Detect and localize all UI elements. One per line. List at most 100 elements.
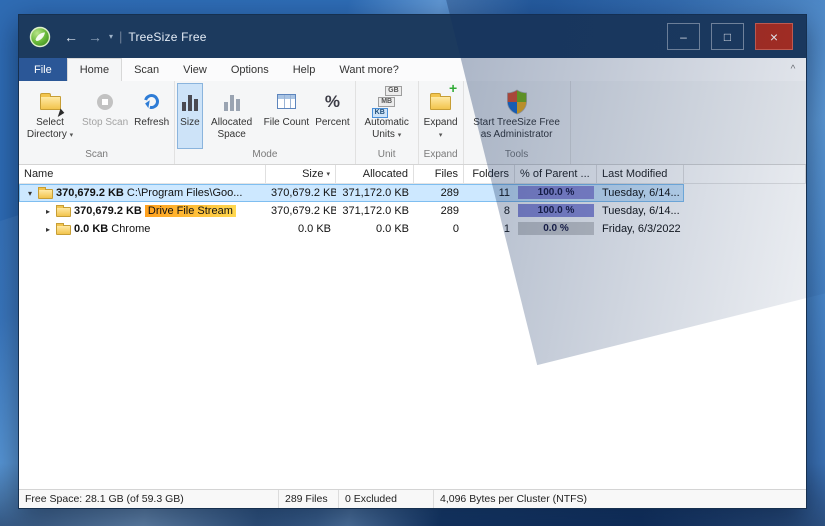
minimize-button[interactable]: – xyxy=(667,23,700,50)
admin-shield-icon xyxy=(505,88,529,115)
mode-allocated-space-button[interactable]: Allocated Space xyxy=(203,83,261,149)
row-size-label: 0.0 KB xyxy=(74,223,108,235)
dropdown-caret-icon: ▾ xyxy=(70,132,74,139)
row-size-label: 370,679.2 KB xyxy=(56,187,124,199)
expander-icon[interactable]: ▸ xyxy=(43,225,53,234)
status-file-count: 289 Files xyxy=(279,490,339,508)
expander-icon[interactable]: ▾ xyxy=(25,189,35,198)
modified-cell: Tuesday, 6/14... xyxy=(597,187,684,199)
badge-gb: GB xyxy=(385,86,402,96)
quick-access-caret-icon[interactable]: ▾ xyxy=(109,32,113,41)
column-header-allocated[interactable]: Allocated xyxy=(336,165,414,183)
titlebar[interactable]: ← → ▾ | TreeSize Free – □ × xyxy=(19,15,806,58)
run-as-administrator-button[interactable]: Start TreeSize Freeas Administrator xyxy=(466,83,568,149)
nav-forward-icon[interactable]: → xyxy=(88,29,102,45)
tab-view[interactable]: View xyxy=(171,58,219,81)
window-title: TreeSize Free xyxy=(128,30,206,44)
group-label-expand: Expand xyxy=(421,149,461,164)
treesize-app-icon[interactable] xyxy=(29,26,51,48)
tab-help[interactable]: Help xyxy=(281,58,328,81)
badge-kb: KB xyxy=(372,108,388,118)
files-cell: 289 xyxy=(414,187,464,199)
select-directory-button[interactable]: Select Directory ▾ xyxy=(21,83,79,149)
select-directory-label: Select Directory xyxy=(27,117,67,140)
mode-size-label: Size xyxy=(180,117,199,129)
expander-icon[interactable]: ▸ xyxy=(43,207,53,216)
allocated-bars-icon xyxy=(224,88,240,115)
stop-scan-icon xyxy=(97,88,113,115)
percent-cell: 100.0 % xyxy=(515,202,597,220)
ribbon-group-scan: Select Directory ▾ Stop Scan Refresh Sca… xyxy=(19,81,175,164)
close-button[interactable]: × xyxy=(755,23,793,50)
column-header-modified[interactable]: Last Modified xyxy=(597,165,684,183)
dropdown-caret-icon: ▾ xyxy=(398,132,402,139)
ribbon-tab-bar: File Home Scan View Options Help Want mo… xyxy=(19,58,806,81)
column-header-files[interactable]: Files xyxy=(414,165,464,183)
folder-icon xyxy=(56,225,71,235)
percent-text: 100.0 % xyxy=(518,204,594,217)
admin-label-line1: Start TreeSize Free xyxy=(473,117,560,128)
size-cell: 0.0 KB xyxy=(266,223,336,235)
size-cell: 370,679.2 KB xyxy=(266,187,336,199)
table-row-program-files[interactable]: ▾ 370,679.2 KB C:\Program Files\Goo... 3… xyxy=(19,184,684,202)
table-row-chrome[interactable]: ▸ 0.0 KB Chrome 0.0 KB 0.0 KB 0 1 0.0 % … xyxy=(19,220,684,238)
tab-scan[interactable]: Scan xyxy=(122,58,171,81)
stop-scan-button[interactable]: Stop Scan xyxy=(79,83,131,149)
refresh-label: Refresh xyxy=(134,117,169,129)
name-cell: ▾ 370,679.2 KB C:\Program Files\Goo... xyxy=(19,187,266,199)
tab-home[interactable]: Home xyxy=(67,58,122,81)
ribbon-group-tools: Start TreeSize Freeas Administrator Tool… xyxy=(464,81,571,164)
ribbon-group-mode: Size Allocated Space File Count % Percen… xyxy=(175,81,356,164)
modified-cell: Friday, 6/3/2022 xyxy=(597,223,684,235)
plus-icon: + xyxy=(449,80,457,96)
percent-text: 100.0 % xyxy=(518,186,594,199)
status-excluded: 0 Excluded xyxy=(339,490,434,508)
expand-button[interactable]: + Expand▾ xyxy=(421,83,461,149)
maximize-button[interactable]: □ xyxy=(711,23,744,50)
nav-back-icon[interactable]: ← xyxy=(64,29,78,45)
files-cell: 0 xyxy=(414,223,464,235)
status-free-space: Free Space: 28.1 GB (of 59.3 GB) xyxy=(19,490,279,508)
mode-file-count-button[interactable]: File Count xyxy=(261,83,313,149)
row-name: Chrome xyxy=(111,223,150,235)
expand-folder-icon: + xyxy=(430,88,451,115)
table-row-drive-file-stream[interactable]: ▸ 370,679.2 KB Drive File Stream 370,679… xyxy=(19,202,684,220)
ribbon-group-unit: GB MB KB Automatic Units ▾ Unit xyxy=(356,81,419,164)
size-cell: 370,679.2 KB xyxy=(266,205,336,217)
allocated-cell: 371,172.0 KB xyxy=(336,205,414,217)
allocated-cell: 371,172.0 KB xyxy=(336,187,414,199)
tab-want-more[interactable]: Want more? xyxy=(327,58,411,81)
automatic-units-label: Automatic Units xyxy=(364,117,408,140)
row-name: Drive File Stream xyxy=(145,205,236,217)
percent-icon: % xyxy=(325,88,340,115)
automatic-units-button[interactable]: GB MB KB Automatic Units ▾ xyxy=(358,83,416,149)
status-cluster-size: 4,096 Bytes per Cluster (NTFS) xyxy=(434,490,806,508)
column-header-percent[interactable]: % of Parent ... xyxy=(515,165,597,183)
percent-cell: 0.0 % xyxy=(515,220,597,238)
dropdown-caret-icon: ▾ xyxy=(439,132,443,139)
allocated-cell: 0.0 KB xyxy=(336,223,414,235)
ribbon-collapse-icon[interactable]: ^ xyxy=(780,58,806,81)
tab-file[interactable]: File xyxy=(19,58,67,81)
column-header-name[interactable]: Name xyxy=(19,165,266,183)
status-bar: Free Space: 28.1 GB (of 59.3 GB) 289 Fil… xyxy=(19,489,806,508)
row-size-label: 370,679.2 KB xyxy=(74,205,142,217)
name-cell: ▸ 370,679.2 KB Drive File Stream xyxy=(19,205,266,217)
file-list-empty-area[interactable] xyxy=(19,238,806,489)
modified-cell: Tuesday, 6/14... xyxy=(597,205,684,217)
files-cell: 289 xyxy=(414,205,464,217)
column-header-folders[interactable]: Folders xyxy=(464,165,515,183)
mode-percent-button[interactable]: % Percent xyxy=(312,83,352,149)
percent-bar-track: 100.0 % xyxy=(518,204,594,217)
ribbon-group-expand: + Expand▾ Expand xyxy=(419,81,464,164)
folder-icon xyxy=(56,207,71,217)
column-header-size[interactable]: Size▾ xyxy=(266,165,336,183)
badge-mb: MB xyxy=(378,97,395,107)
percent-text: 0.0 % xyxy=(518,222,594,235)
group-label-mode: Mode xyxy=(177,149,353,164)
group-label-scan: Scan xyxy=(21,149,172,164)
tab-options[interactable]: Options xyxy=(219,58,281,81)
folders-cell: 1 xyxy=(464,223,515,235)
mode-size-button[interactable]: Size xyxy=(177,83,202,149)
refresh-button[interactable]: Refresh xyxy=(131,83,172,149)
